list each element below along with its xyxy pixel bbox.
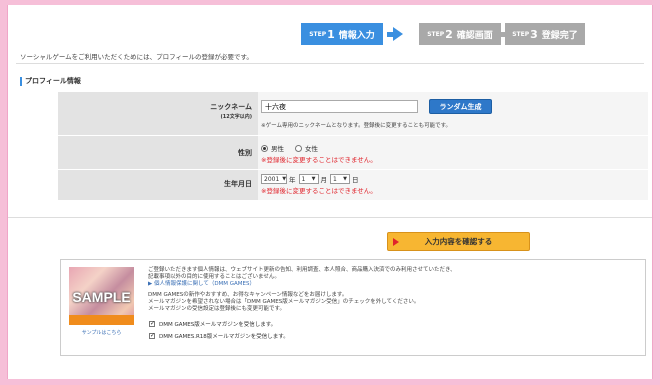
- random-generate-button[interactable]: ランダム生成: [429, 99, 492, 114]
- step-arrow-icon: [393, 27, 403, 41]
- gender-female-radio[interactable]: [295, 144, 302, 152]
- newsletter-r18-checkbox-row[interactable]: DMM GAMES.R18版メールマガジンを受信します。: [149, 332, 289, 340]
- dob-day-select[interactable]: 1 ▼: [330, 174, 350, 184]
- dob-note: ※登録後に変更することはできません。: [261, 187, 377, 195]
- dropdown-caret-icon: ▼: [311, 176, 316, 182]
- gender-radio-group: 男性 女性: [261, 143, 329, 153]
- sample-watermark: SAMPLE: [72, 289, 131, 305]
- step-3: STEP 3 登録完了: [505, 23, 585, 45]
- newsletter-text: メールマガジンの受信設定は登録後にも変更可能です。: [148, 306, 285, 312]
- nickname-sublabel: (12文字以内): [220, 114, 252, 120]
- dob-label: 生年月日: [224, 180, 252, 188]
- gender-male-label[interactable]: 男性: [271, 143, 284, 153]
- dropdown-caret-icon: ▼: [343, 176, 347, 182]
- newsletter-text: DMM GAMESの新作やおすすめ、お得なキャンペーン情報などをお届けします。: [148, 292, 348, 298]
- confirm-input-label: 入力内容を確認する: [424, 237, 493, 246]
- nickname-input[interactable]: [261, 100, 418, 113]
- newsletter-r18-checkbox-label[interactable]: DMM GAMES.R18版メールマガジンを受信します。: [159, 332, 289, 340]
- newsletter-checkbox-label[interactable]: DMM GAMES版メールマガジンを受信します。: [159, 320, 276, 328]
- dob-row: 生年月日 2001 ▼ 年 1 ▼ 月 1 ▼ 日 ※登録後に変更することはできません…: [58, 169, 648, 200]
- gender-note: ※登録後に変更することはできません。: [261, 156, 377, 164]
- dob-selects: 2001 ▼ 年 1 ▼ 月 1 ▼ 日: [261, 174, 362, 184]
- nickname-row: ニックネーム (12文字以内) ランダム生成 ※ゲーム専用のニックネームとなりま…: [58, 91, 648, 136]
- gender-row: 性別 男性 女性 ※登録後に変更することはできません。: [58, 135, 648, 170]
- dob-year-select[interactable]: 2001 ▼: [261, 174, 287, 184]
- newsletter-r18-checkbox[interactable]: [149, 333, 155, 339]
- divider: [16, 63, 644, 64]
- gender-female-label[interactable]: 女性: [305, 143, 318, 153]
- nickname-hint: ※ゲーム専用のニックネームとなります。登録後に変更することも可能です。: [261, 123, 452, 129]
- gender-label: 性別: [238, 149, 252, 157]
- sample-thumbnail[interactable]: SAMPLE: [69, 267, 134, 325]
- step-3-label: 登録完了: [541, 30, 578, 41]
- privacy-text: ご登録いただきます個人情報は、ウェブサイト更新の告知、利用調査、本人照合、商品購…: [148, 267, 456, 273]
- step-2-label: 確認画面: [456, 30, 493, 41]
- section-title: プロフィール情報: [20, 77, 81, 86]
- privacy-section: SAMPLE サンプルはこちら ご登録いただきます個人情報は、ウェブサイト更新の…: [60, 259, 646, 356]
- newsletter-checkbox[interactable]: [149, 321, 155, 327]
- step-1: STEP 1 情報入力: [301, 23, 383, 45]
- registration-notice: ソーシャルゲームをご利用いただくためには、プロフィールの登録が必要です。: [20, 53, 253, 61]
- sample-link[interactable]: サンプルはこちら: [69, 329, 134, 336]
- divider: [8, 217, 652, 218]
- confirm-input-button[interactable]: 入力内容を確認する: [387, 232, 530, 251]
- step-1-label: 情報入力: [338, 30, 375, 41]
- privacy-text: 記載事項以外の目的に使用することはございません。: [148, 274, 280, 280]
- dropdown-caret-icon: ▼: [282, 176, 287, 182]
- newsletter-text: メールマガジンを希望されない場合は「DMM GAMES版メールマガジン受信」のチ…: [148, 299, 420, 305]
- newsletter-checkbox-row[interactable]: DMM GAMES版メールマガジンを受信します。: [149, 320, 276, 328]
- play-arrow-icon: [393, 238, 399, 246]
- privacy-policy-link[interactable]: ▶ 個人情報保護に関して（DMM GAMES）: [148, 281, 255, 288]
- dob-month-select[interactable]: 1 ▼: [298, 174, 319, 184]
- nickname-label: ニックネーム: [210, 103, 252, 111]
- gender-male-radio[interactable]: [261, 144, 268, 152]
- step-2: STEP 2 確認画面: [419, 23, 501, 45]
